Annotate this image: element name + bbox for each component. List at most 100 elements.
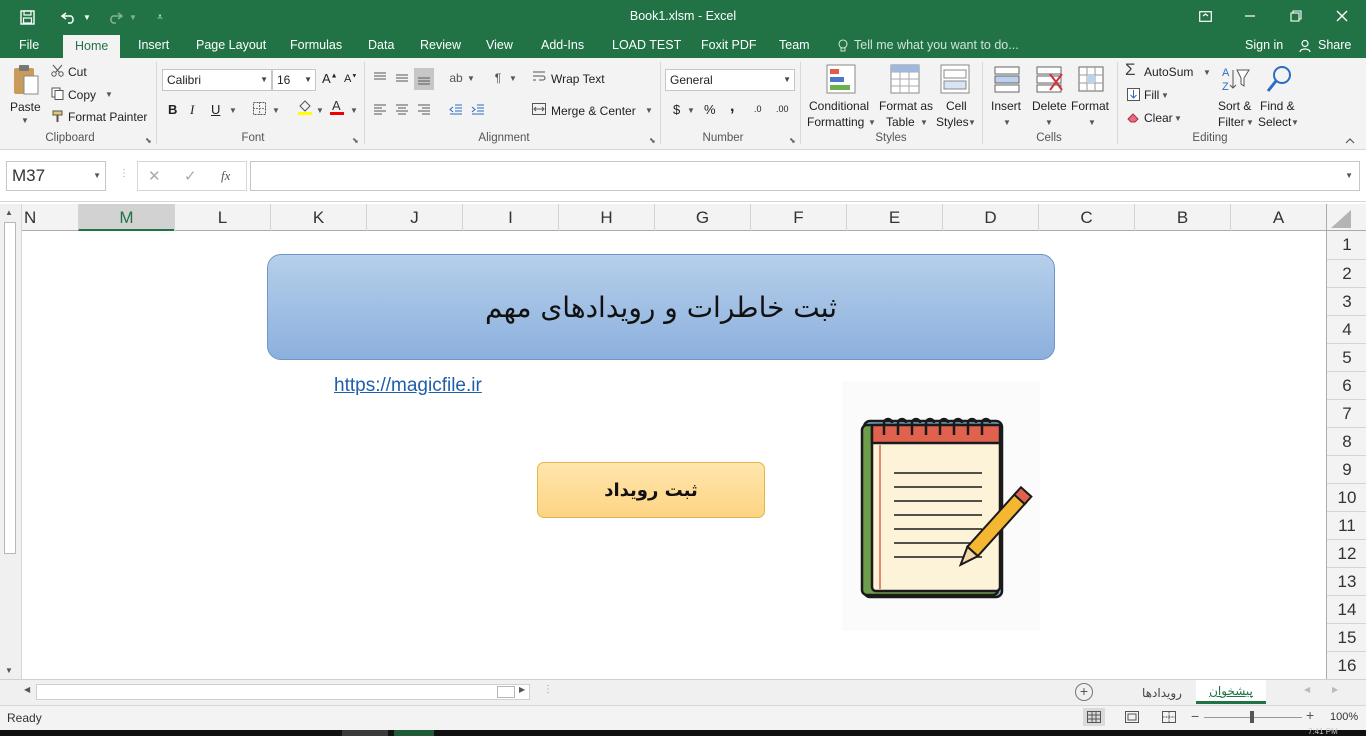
column-header-e[interactable]: E: [846, 204, 942, 231]
insert-cells-button[interactable]: Insert: [991, 99, 1021, 113]
cell-styles-dropdown-icon[interactable]: ▼: [968, 118, 976, 127]
underline-button[interactable]: U: [211, 102, 220, 117]
autosum-dropdown-icon[interactable]: ▼: [1203, 68, 1211, 77]
row-header[interactable]: 14: [1327, 595, 1366, 623]
undo-dropdown-icon[interactable]: ▼: [82, 8, 92, 26]
copy-dropdown-icon[interactable]: ▼: [105, 90, 113, 99]
horizontal-scroll-thumb[interactable]: [497, 686, 515, 698]
sort-filter-dropdown-icon[interactable]: ▼: [1246, 118, 1254, 127]
paste-dropdown-icon[interactable]: ▼: [21, 116, 29, 125]
format-as-table-dropdown-icon[interactable]: ▼: [920, 118, 928, 127]
merge-center-button[interactable]: Merge & Center: [551, 104, 636, 118]
sort-filter-label-2[interactable]: Filter: [1218, 115, 1245, 129]
comma-button[interactable]: ,: [730, 98, 734, 116]
column-header-g[interactable]: G: [654, 204, 750, 231]
ribbon-display-options-icon[interactable]: [1193, 6, 1217, 26]
formula-input[interactable]: ▼: [250, 161, 1360, 191]
next-sheet-icon[interactable]: ▶: [1332, 685, 1338, 694]
title-banner[interactable]: ثبت خاطرات و رویدادهای مهم: [267, 254, 1055, 360]
sort-filter-label-1[interactable]: Sort &: [1218, 99, 1251, 113]
cell-styles-label-1[interactable]: Cell: [946, 99, 967, 113]
undo-icon[interactable]: [58, 6, 80, 28]
row-header[interactable]: 13: [1327, 567, 1366, 595]
zoom-slider[interactable]: [1204, 711, 1302, 723]
fill-color-icon[interactable]: [296, 98, 314, 116]
underline-dropdown-icon[interactable]: ▼: [229, 106, 237, 115]
taskbar-item[interactable]: [342, 730, 388, 736]
sign-in-link[interactable]: Sign in: [1245, 34, 1283, 58]
tab-page-layout[interactable]: Page Layout: [196, 34, 266, 58]
collapse-ribbon-icon[interactable]: [1342, 134, 1358, 148]
increase-decimal-button[interactable]: .0: [754, 104, 762, 114]
column-header-i[interactable]: I: [462, 204, 558, 231]
sheet-tab-events[interactable]: رویدادها: [1130, 683, 1194, 703]
wrap-text-button[interactable]: Wrap Text: [551, 72, 605, 86]
tab-team[interactable]: Team: [779, 34, 810, 58]
zoom-out-icon[interactable]: −: [1191, 708, 1199, 724]
format-painter-button[interactable]: Format Painter: [68, 110, 147, 124]
register-event-button[interactable]: ثبت رویداد: [537, 462, 765, 518]
conditional-formatting-label-2[interactable]: Formatting: [807, 115, 864, 129]
enter-icon[interactable]: ✓: [184, 167, 197, 185]
row-header[interactable]: 6: [1327, 371, 1366, 399]
row-header[interactable]: 9: [1327, 455, 1366, 483]
row-header[interactable]: 3: [1327, 287, 1366, 315]
column-header-j[interactable]: J: [366, 204, 462, 231]
orientation-dropdown-icon[interactable]: ▼: [467, 74, 475, 83]
text-direction-dropdown-icon[interactable]: ▼: [509, 74, 517, 83]
conditional-formatting-dropdown-icon[interactable]: ▼: [868, 118, 876, 127]
clear-button[interactable]: Clear: [1144, 111, 1173, 125]
horizontal-scrollbar[interactable]: [36, 684, 530, 700]
bottom-align-icon[interactable]: [414, 68, 434, 90]
align-left-icon[interactable]: [370, 100, 390, 120]
scroll-up-icon[interactable]: ▲: [5, 208, 13, 217]
decrease-indent-icon[interactable]: [446, 100, 466, 120]
format-cells-icon[interactable]: [1074, 62, 1108, 96]
autosum-button[interactable]: AutoSum: [1144, 65, 1193, 79]
find-select-label-2[interactable]: Select: [1258, 115, 1291, 129]
tab-add-ins[interactable]: Add-Ins: [541, 34, 584, 58]
column-header-n[interactable]: N: [22, 204, 78, 231]
resize-handle-icon[interactable]: ⋮: [119, 168, 129, 179]
row-header[interactable]: 2: [1327, 259, 1366, 287]
insert-cells-icon[interactable]: [990, 62, 1024, 96]
minimize-icon[interactable]: [1238, 6, 1262, 26]
row-header[interactable]: 10: [1327, 483, 1366, 511]
tab-review[interactable]: Review: [420, 34, 461, 58]
tab-formulas[interactable]: Formulas: [290, 34, 342, 58]
row-header[interactable]: 5: [1327, 343, 1366, 371]
row-header[interactable]: 11: [1327, 511, 1366, 539]
orientation-icon[interactable]: ab: [446, 68, 466, 88]
font-launcher-icon[interactable]: ⬊: [352, 136, 359, 145]
tab-foxit-pdf[interactable]: Foxit PDF: [701, 34, 757, 58]
font-name-combo[interactable]: Calibri ▼: [162, 69, 272, 91]
delete-cells-icon[interactable]: [1032, 62, 1066, 96]
worksheet-grid[interactable]: ثبت خاطرات و رویدادهای مهم https://magic…: [22, 231, 1326, 679]
row-header[interactable]: 15: [1327, 623, 1366, 651]
clipboard-launcher-icon[interactable]: ⬊: [145, 136, 152, 145]
restore-icon[interactable]: [1284, 6, 1308, 26]
cell-styles-label-2[interactable]: Styles: [936, 115, 969, 129]
find-select-label-1[interactable]: Find &: [1260, 99, 1295, 113]
currency-dropdown-icon[interactable]: ▼: [687, 106, 695, 115]
cut-button[interactable]: Cut: [68, 65, 87, 79]
column-header-a[interactable]: A: [1230, 204, 1326, 231]
currency-button[interactable]: $: [673, 102, 680, 117]
sort-filter-icon[interactable]: AZ: [1218, 62, 1252, 96]
alignment-launcher-icon[interactable]: ⬊: [649, 136, 656, 145]
column-header-l[interactable]: L: [174, 204, 270, 231]
select-all-corner[interactable]: [1326, 204, 1366, 231]
page-break-view-icon[interactable]: [1158, 708, 1180, 726]
scroll-left-icon[interactable]: ◀: [24, 685, 30, 694]
insert-function-button[interactable]: fx: [221, 168, 230, 184]
format-cells-dropdown-icon[interactable]: ▼: [1088, 118, 1096, 127]
column-header-k[interactable]: K: [270, 204, 366, 231]
scroll-down-icon[interactable]: ▼: [5, 666, 13, 675]
font-color-dropdown-icon[interactable]: ▼: [350, 106, 358, 115]
percent-button[interactable]: %: [704, 102, 716, 117]
website-link[interactable]: https://magicfile.ir: [334, 375, 482, 397]
new-sheet-icon[interactable]: +: [1075, 683, 1093, 701]
column-header-b[interactable]: B: [1134, 204, 1230, 231]
conditional-formatting-label-1[interactable]: Conditional: [809, 99, 869, 113]
share-button[interactable]: Share: [1318, 34, 1351, 58]
